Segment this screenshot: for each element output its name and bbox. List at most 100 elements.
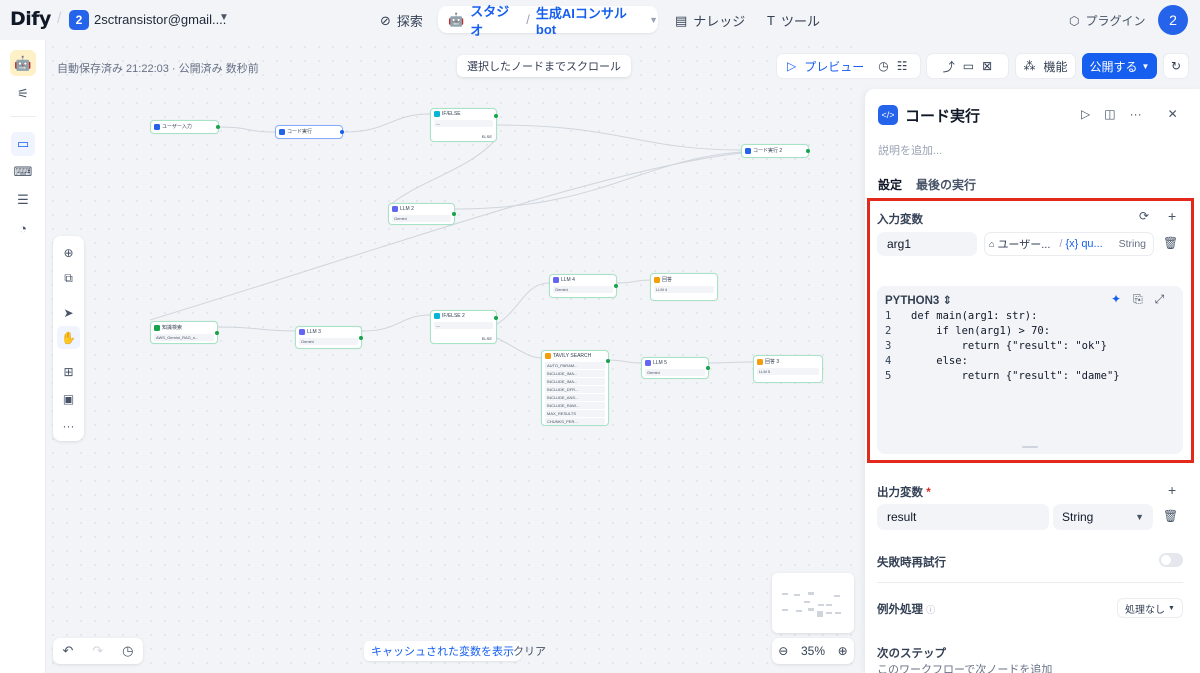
tab-settings[interactable]: 設定 — [878, 176, 903, 200]
chevron-down-icon: ▼ — [1141, 61, 1150, 71]
handle[interactable] — [340, 130, 344, 134]
param-row: INCLUDE_IMA... — [545, 378, 605, 385]
answer-icon — [757, 358, 763, 365]
answer-icon — [654, 276, 660, 283]
scroll-to-node-button[interactable]: 選択したノードまでスクロール — [457, 55, 631, 77]
import-icon[interactable]: ⤴ — [943, 58, 955, 75]
handle[interactable] — [806, 149, 810, 153]
zoom-out-icon[interactable]: ⊖ — [778, 644, 788, 658]
handle[interactable] — [706, 366, 710, 370]
preview-button[interactable]: プレビュー — [804, 58, 864, 75]
redo-icon[interactable]: ↷ — [92, 643, 103, 659]
image-export-icon[interactable]: ▣ — [57, 387, 80, 410]
history-icon[interactable]: ◷ — [878, 59, 888, 73]
model-row: Gemini — [299, 338, 358, 345]
retry-toggle[interactable] — [1159, 553, 1183, 567]
edge — [496, 337, 542, 359]
add-node-icon[interactable]: ⊕ — [57, 241, 80, 264]
handle[interactable] — [359, 335, 363, 340]
handle[interactable] — [494, 114, 498, 118]
node-code2[interactable]: コード実行 2 — [741, 144, 810, 158]
handle[interactable] — [614, 284, 618, 288]
version-history-button[interactable]: ↻ — [1163, 53, 1189, 79]
features-label: 機能 — [1043, 59, 1068, 74]
info-icon: ⓘ — [926, 605, 936, 615]
clear-button[interactable]: クリア — [513, 641, 546, 661]
edge — [218, 126, 276, 133]
edge — [361, 314, 431, 332]
trash-icon[interactable]: 🗑 — [1163, 509, 1178, 523]
output-var-type-select[interactable]: String ▼ — [1053, 504, 1153, 530]
more-icon[interactable]: ··· — [1130, 107, 1142, 121]
minimap-node — [782, 593, 788, 595]
node-label: コード実行 2 — [753, 148, 783, 154]
home-icon — [154, 123, 160, 130]
output-type-label: String — [1062, 510, 1094, 524]
minimap[interactable] — [772, 573, 854, 633]
node-answer[interactable]: 回答 LLM 4 — [650, 273, 718, 301]
zoom-in-icon[interactable]: ⊕ — [838, 644, 848, 658]
code-icon: </> — [878, 105, 898, 125]
close-icon[interactable]: ✕ — [1168, 107, 1178, 121]
node-row: — — [434, 120, 493, 127]
checklist-icon[interactable]: ☷ — [897, 59, 908, 73]
node-answer3[interactable]: 回答 3 LLM 5 — [753, 355, 823, 383]
layout-icon[interactable]: ⊞ — [57, 360, 80, 383]
pointer-icon[interactable]: ➤ — [57, 301, 80, 324]
node-ifelse2[interactable]: IF/ELSE 2 — ELSE — [430, 310, 498, 344]
description-input[interactable]: 説明を追加... — [878, 142, 942, 158]
tab-last-run[interactable]: 最後の実行 — [916, 176, 976, 200]
node-llm3[interactable]: LLM 3 Gemini — [295, 326, 363, 349]
node-llm2[interactable]: LLM 2 Gemini — [388, 203, 456, 225]
more-icon[interactable]: ··· — [57, 414, 80, 437]
handle[interactable] — [494, 316, 498, 320]
edge — [496, 124, 742, 151]
exception-select[interactable]: 処理なし ▼ — [1117, 598, 1183, 618]
exception-value: 処理なし — [1125, 604, 1166, 616]
undo-icon[interactable]: ↶ — [62, 643, 73, 659]
handle[interactable] — [606, 359, 610, 363]
handle[interactable] — [216, 125, 220, 129]
node-ifelse1[interactable]: IF/ELSE — ELSE — [430, 108, 498, 142]
output-vars-label: 出力変数 * — [877, 484, 931, 500]
edge — [389, 137, 498, 206]
node-llm5[interactable]: LLM 5 Gemini — [641, 357, 710, 379]
run-icon[interactable]: ▷ — [1081, 107, 1090, 121]
env-icon[interactable]: ▭ — [963, 59, 974, 73]
conversation-var-icon[interactable]: ⊠ — [982, 59, 992, 73]
note-icon[interactable]: ⧉ — [57, 267, 80, 290]
param-row: INCLUDE_RAW... — [545, 402, 605, 409]
node-tavily[interactable]: TAVILY SEARCH AUTO_PARAM... INCLUDE_IMA.… — [541, 350, 610, 426]
add-icon[interactable]: + — [1168, 482, 1176, 498]
param-row: AUTO_PARAM... — [545, 362, 605, 369]
ifelse-icon — [434, 111, 440, 117]
features-button[interactable]: ⁂ 機能 — [1015, 53, 1076, 79]
node-llm4[interactable]: LLM 4 Gemini — [549, 274, 618, 298]
split-view-icon[interactable]: ◫ — [1104, 107, 1115, 121]
knowledge-icon — [154, 324, 160, 331]
output-var-name[interactable]: result — [877, 504, 1049, 530]
zoom-level[interactable]: 35% — [801, 644, 825, 658]
edge — [708, 361, 754, 364]
node-knowledge[interactable]: 知識検索 AWS_Gemini_RAG_s... — [150, 321, 219, 344]
edge — [217, 326, 297, 332]
handle[interactable] — [452, 212, 456, 216]
handle[interactable] — [215, 330, 219, 335]
history-icon[interactable]: ◷ — [122, 643, 133, 659]
minimap-preview — [782, 592, 841, 617]
node-code1[interactable]: コード実行 — [275, 125, 344, 139]
hand-icon[interactable]: ✋ — [57, 326, 80, 349]
node-label: LLM 4 — [561, 277, 575, 283]
model-row: Gemini — [392, 215, 451, 222]
node-start[interactable]: ユーザー入力 — [150, 120, 220, 134]
panel-title[interactable]: コード実行 — [905, 105, 980, 126]
node-label: LLM 5 — [653, 360, 667, 366]
cached-variables-button[interactable]: キャッシュされた変数を表示 — [364, 641, 521, 661]
code-icon — [745, 147, 751, 154]
search-icon — [545, 353, 551, 359]
export-group: ⤴ ▭ ⊠ — [926, 53, 1009, 79]
param-row: CHUNKS_PER... — [545, 418, 605, 425]
llm-icon — [645, 360, 651, 366]
publish-button[interactable]: 公開する ▼ — [1082, 53, 1157, 79]
minimap-node — [826, 612, 832, 614]
